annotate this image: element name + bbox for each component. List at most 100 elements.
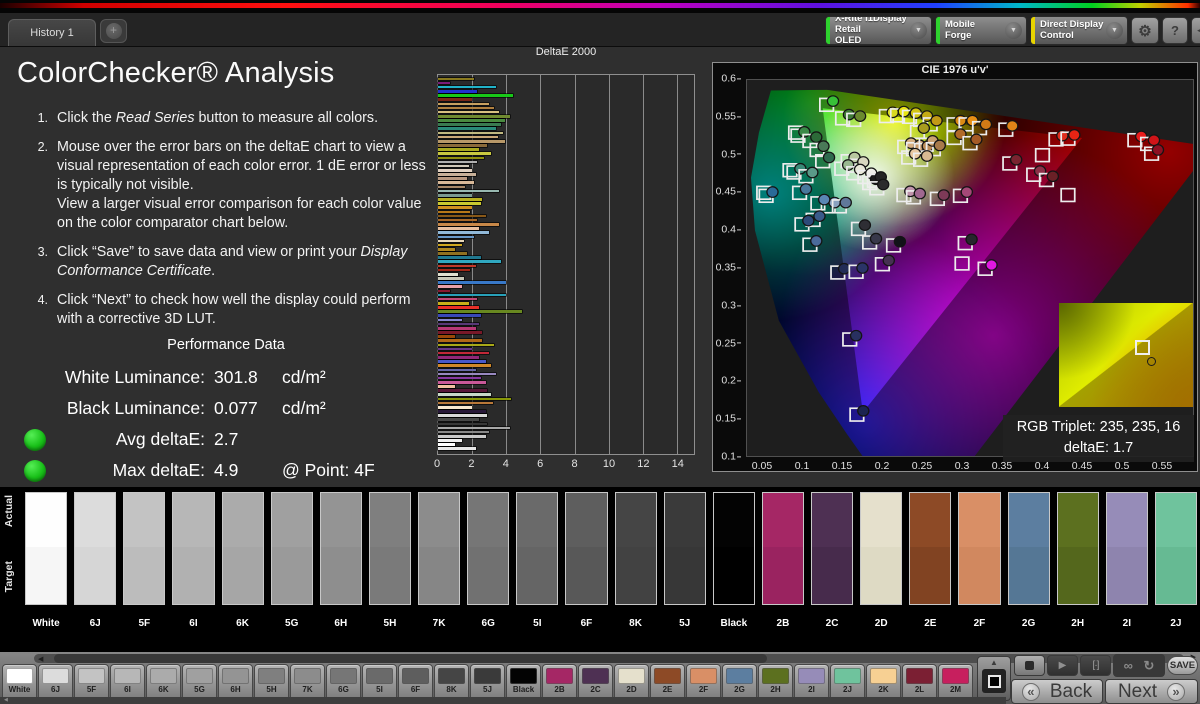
- deltae-bar[interactable]: [438, 177, 467, 180]
- cie-measured-point[interactable]: [858, 219, 872, 232]
- deltae-bar[interactable]: [438, 144, 488, 147]
- deltae-bar[interactable]: [438, 356, 479, 359]
- cie-measured-point[interactable]: [920, 150, 934, 162]
- cie-measured-point[interactable]: [876, 178, 890, 191]
- deltae-bar[interactable]: [438, 114, 510, 118]
- cie-measured-point[interactable]: [965, 233, 978, 246]
- deltae-bar[interactable]: [438, 277, 464, 280]
- comparator-swatch[interactable]: [663, 492, 706, 605]
- scroll-left-icon[interactable]: ◀: [4, 697, 8, 703]
- deltae-bar[interactable]: [438, 131, 503, 135]
- deltae-bar[interactable]: [438, 148, 479, 151]
- comparator-swatch[interactable]: [270, 492, 313, 605]
- deltae-bar[interactable]: [438, 318, 462, 322]
- deltae-bar[interactable]: [438, 401, 493, 405]
- cie-measured-point[interactable]: [810, 131, 823, 144]
- cie-measured-point[interactable]: [798, 126, 811, 138]
- deltae-bar[interactable]: [438, 252, 467, 255]
- cie-measured-point[interactable]: [897, 105, 911, 118]
- cie-measured-point[interactable]: [853, 163, 867, 176]
- stop-button[interactable]: [1014, 655, 1045, 676]
- cie-measured-point[interactable]: [794, 162, 807, 175]
- deltae-bar[interactable]: [438, 185, 466, 189]
- deltae-bar[interactable]: [438, 156, 485, 160]
- palette-scrollbar[interactable]: [34, 654, 1184, 663]
- deltae-bar[interactable]: [438, 94, 514, 97]
- comparator-swatch[interactable]: [958, 492, 1001, 605]
- deltae-bar[interactable]: [438, 360, 486, 363]
- cie-measured-point[interactable]: [917, 122, 931, 134]
- comparator-swatch[interactable]: [123, 492, 166, 605]
- deltae-bar[interactable]: [438, 160, 478, 164]
- deltae-bar[interactable]: [438, 202, 481, 205]
- deltae-bar[interactable]: [438, 85, 497, 89]
- back-button[interactable]: « Back: [1011, 679, 1103, 704]
- deltae-bar[interactable]: [438, 169, 473, 172]
- deltae-bar[interactable]: [438, 285, 462, 288]
- deltae-bar[interactable]: [438, 293, 507, 297]
- deltae-bar[interactable]: [438, 326, 476, 330]
- cie-measured-point[interactable]: [839, 196, 852, 209]
- deltae-bar[interactable]: [438, 264, 476, 268]
- cie-measured-point[interactable]: [802, 214, 815, 227]
- deltae-bar[interactable]: [438, 243, 462, 247]
- deltae-bar[interactable]: [438, 106, 495, 110]
- deltae-bar[interactable]: [438, 218, 478, 222]
- settings-button[interactable]: ⚙: [1131, 17, 1159, 44]
- deltae-bar[interactable]: [438, 422, 488, 426]
- deltae-bar[interactable]: [438, 376, 481, 380]
- deltae-bar[interactable]: [438, 389, 488, 392]
- deltae-bar[interactable]: [438, 164, 469, 168]
- deltae-bar[interactable]: [438, 393, 491, 397]
- comparator-swatch[interactable]: [614, 492, 657, 605]
- deltae-bar[interactable]: [438, 343, 495, 347]
- cie-measured-point[interactable]: [954, 128, 967, 141]
- deltae-bar[interactable]: [438, 119, 505, 122]
- deltae-bar[interactable]: [438, 81, 450, 85]
- cie-measured-point[interactable]: [799, 183, 813, 195]
- deltae-bar[interactable]: [438, 102, 490, 106]
- window-scrollbar[interactable]: ◀: [0, 697, 1006, 704]
- meter-selector-dropdown[interactable]: X-Rite i1Display Retail OLED ▼: [825, 16, 932, 45]
- cie-measured-point[interactable]: [837, 262, 851, 275]
- deltae-bar[interactable]: [438, 443, 456, 446]
- deltae-bar[interactable]: [438, 397, 512, 401]
- read-continuous-button[interactable]: [·]: [1080, 655, 1111, 676]
- deltae-bar[interactable]: [438, 152, 491, 155]
- cie-measured-point[interactable]: [985, 259, 998, 271]
- save-button[interactable]: SAVE: [1167, 656, 1198, 675]
- cie-measured-point[interactable]: [853, 110, 867, 122]
- deltae-bar[interactable]: [438, 380, 486, 384]
- deltae-bar[interactable]: [438, 289, 450, 293]
- deltae-bar[interactable]: [438, 331, 483, 334]
- deltae-bar[interactable]: [438, 410, 486, 413]
- deltae-bar[interactable]: [438, 210, 471, 214]
- deltae-bar[interactable]: [438, 268, 471, 272]
- deltae-bar[interactable]: [438, 110, 500, 114]
- cie-measured-point[interactable]: [856, 262, 869, 274]
- deltae-bar[interactable]: [438, 223, 500, 226]
- cie-measured-point[interactable]: [766, 186, 779, 198]
- tab-history-1[interactable]: History 1: [8, 19, 96, 46]
- cie-measured-point[interactable]: [849, 329, 863, 342]
- scrollbar-thumb[interactable]: [54, 654, 767, 663]
- cie-measured-point[interactable]: [882, 254, 895, 267]
- deltae-bar[interactable]: [438, 447, 476, 451]
- comparator-swatch[interactable]: [1105, 492, 1148, 605]
- deltae-bar[interactable]: [438, 127, 497, 131]
- deltae-bar[interactable]: [438, 385, 456, 388]
- cie-measured-point[interactable]: [960, 186, 974, 198]
- link-icon[interactable]: ∞: [1124, 658, 1133, 673]
- deltae-bar[interactable]: [438, 322, 479, 326]
- cie-measured-point[interactable]: [937, 189, 950, 201]
- cie-measured-point[interactable]: [841, 159, 855, 171]
- cie-measured-point[interactable]: [810, 235, 823, 247]
- comparator-swatch[interactable]: [761, 492, 804, 605]
- help-button[interactable]: ?: [1162, 17, 1188, 44]
- deltae-bar[interactable]: [438, 139, 505, 143]
- deltae-bar[interactable]: [438, 214, 486, 218]
- cie-measured-point[interactable]: [930, 114, 943, 127]
- comparator-swatch[interactable]: [172, 492, 215, 605]
- cie-measured-point[interactable]: [826, 95, 840, 107]
- deltae-bar[interactable]: [438, 235, 474, 239]
